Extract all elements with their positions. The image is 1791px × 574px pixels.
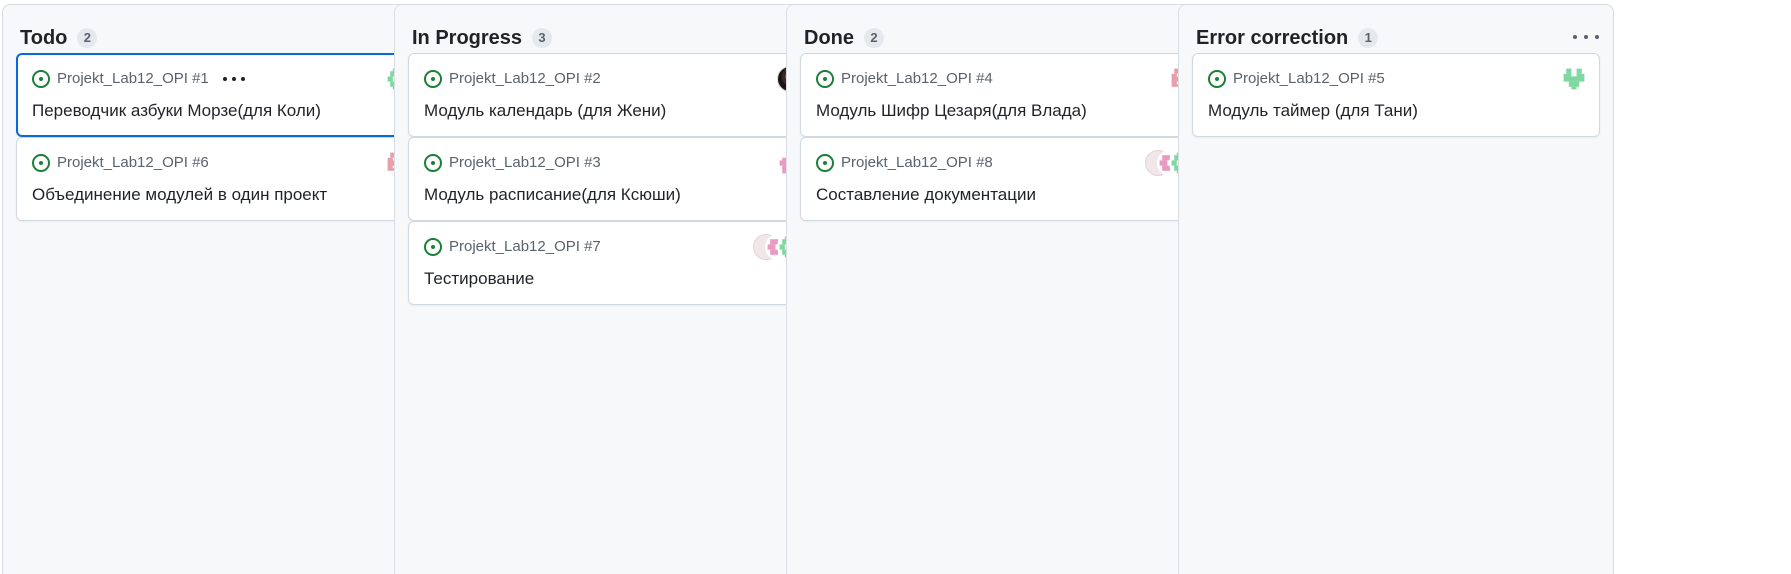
issue-card[interactable]: Projekt_Lab12_OPI #6 Объединение модулей… xyxy=(16,137,424,221)
card-meta: Projekt_Lab12_OPI #7 xyxy=(424,238,601,256)
issue-title[interactable]: Модуль расписание(для Ксюши) xyxy=(424,184,681,206)
issue-reference[interactable]: Projekt_Lab12_OPI #2 xyxy=(449,70,601,88)
column-count-badge: 1 xyxy=(1358,28,1379,48)
column-error-correction: Error correction 1 Projekt_Lab12_OPI #5 … xyxy=(1178,4,1614,574)
issue-opened-icon xyxy=(32,70,50,88)
issue-reference[interactable]: Projekt_Lab12_OPI #3 xyxy=(449,154,601,172)
issue-opened-icon xyxy=(424,238,442,256)
column-count-badge: 2 xyxy=(864,28,884,48)
column-done: Done 2 Projekt_Lab12_OPI #4 Модуль Шифр … xyxy=(786,4,1222,574)
issue-card[interactable]: Projekt_Lab12_OPI #4 Модуль Шифр Цезаря(… xyxy=(800,53,1208,137)
issue-reference[interactable]: Projekt_Lab12_OPI #8 xyxy=(841,154,993,172)
issue-card[interactable]: Projekt_Lab12_OPI #5 Модуль таймер (для … xyxy=(1192,53,1600,137)
issue-title[interactable]: Модуль таймер (для Тани) xyxy=(1208,100,1418,122)
column-in-progress: In Progress 3 Projekt_Lab12_OPI #2 Модул… xyxy=(394,4,830,574)
issue-opened-icon xyxy=(816,154,834,172)
issue-card[interactable]: Projekt_Lab12_OPI #7 Тестирование xyxy=(408,221,816,305)
issue-card[interactable]: Projekt_Lab12_OPI #8 Составление докумен… xyxy=(800,137,1208,221)
assignees xyxy=(1561,66,1587,92)
column-title: Done 2 xyxy=(804,26,884,50)
card-menu-button[interactable] xyxy=(222,72,245,86)
issue-reference[interactable]: Projekt_Lab12_OPI #4 xyxy=(841,70,993,88)
column-menu-button[interactable] xyxy=(1573,29,1599,45)
ellipsis-icon xyxy=(222,77,227,81)
card-meta: Projekt_Lab12_OPI #4 xyxy=(816,70,993,88)
issue-opened-icon xyxy=(424,154,442,172)
issue-opened-icon xyxy=(32,154,50,172)
issue-title[interactable]: Тестирование xyxy=(424,268,534,290)
issue-card[interactable]: Projekt_Lab12_OPI #3 Модуль расписание(д… xyxy=(408,137,816,221)
card-meta: Projekt_Lab12_OPI #3 xyxy=(424,154,601,172)
card-meta: Projekt_Lab12_OPI #2 xyxy=(424,70,601,88)
column-title: Error correction 1 xyxy=(1196,26,1379,50)
identicon-green-alt-avatar[interactable] xyxy=(1561,66,1587,92)
column-title-text: Error correction xyxy=(1196,27,1349,49)
issue-card[interactable]: Projekt_Lab12_OPI #2 Модуль календарь (д… xyxy=(408,53,816,137)
issue-opened-icon xyxy=(424,70,442,88)
issue-title[interactable]: Составление документации xyxy=(816,184,1036,206)
column-title: In Progress 3 xyxy=(412,26,553,50)
issue-title[interactable]: Объединение модулей в один проект xyxy=(32,184,327,206)
issue-reference[interactable]: Projekt_Lab12_OPI #6 xyxy=(57,154,209,172)
issue-reference[interactable]: Projekt_Lab12_OPI #1 xyxy=(57,70,209,88)
ellipsis-icon xyxy=(1573,35,1577,39)
issue-reference[interactable]: Projekt_Lab12_OPI #7 xyxy=(449,238,601,256)
card-meta: Projekt_Lab12_OPI #6 xyxy=(32,154,209,172)
column-title-text: In Progress xyxy=(412,27,523,49)
issue-title[interactable]: Модуль календарь (для Жени) xyxy=(424,100,666,122)
column-title-text: Todo xyxy=(20,27,68,49)
column-todo: Todo 2 Projekt_Lab12_OPI #1 Переводчик а… xyxy=(2,4,438,574)
card-meta: Projekt_Lab12_OPI #1 xyxy=(32,70,245,88)
card-meta: Projekt_Lab12_OPI #5 xyxy=(1208,70,1385,88)
column-count-badge: 2 xyxy=(77,28,98,48)
issue-title[interactable]: Переводчик азбуки Морзе(для Коли) xyxy=(32,100,321,122)
issue-reference[interactable]: Projekt_Lab12_OPI #5 xyxy=(1233,70,1385,88)
column-title: Todo 2 xyxy=(20,26,98,50)
issue-title[interactable]: Модуль Шифр Цезаря(для Влада) xyxy=(816,100,1087,122)
project-board: Todo 2 Projekt_Lab12_OPI #1 Переводчик а… xyxy=(0,0,1791,574)
column-title-text: Done xyxy=(804,27,854,49)
issue-opened-icon xyxy=(816,70,834,88)
column-count-badge: 3 xyxy=(532,28,553,48)
card-meta: Projekt_Lab12_OPI #8 xyxy=(816,154,993,172)
issue-card[interactable]: Projekt_Lab12_OPI #1 Переводчик азбуки М… xyxy=(16,53,424,137)
issue-opened-icon xyxy=(1208,70,1226,88)
